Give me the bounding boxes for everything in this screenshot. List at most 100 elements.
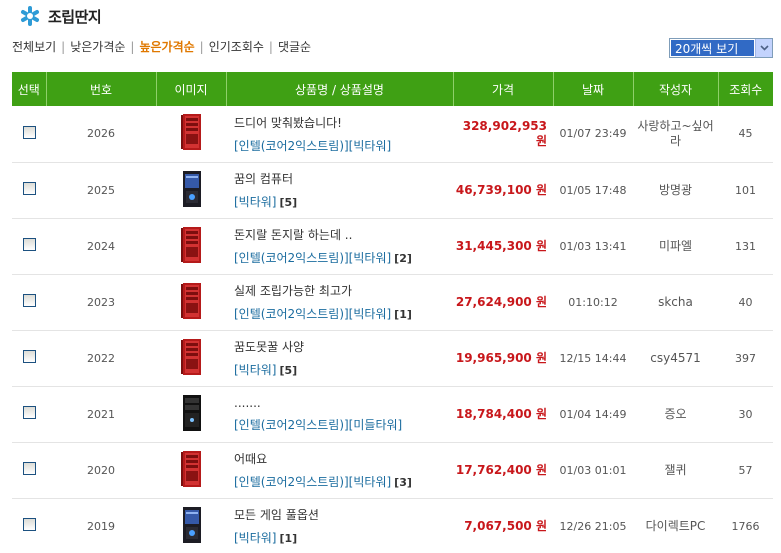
select-cell (12, 274, 46, 331)
table-row[interactable]: 2024 돈지랄 돈지랄 하는데 .. [인텔(코어2익스트림)][빅타워] [2] 3… (12, 218, 773, 275)
row-number: 2019 (46, 498, 156, 553)
post-date: 01/05 17:48 (553, 162, 633, 219)
separator: | (130, 39, 135, 54)
product-title-link[interactable]: 꿈도못꿀 사양 (234, 338, 453, 355)
product-cell: 드디어 맞춰봤습니다! [인텔(코어2익스트림)][빅타워] (226, 106, 453, 163)
product-category-link[interactable]: [빅타워] (234, 195, 276, 209)
product-cell: 돈지랄 돈지랄 하는데 .. [인텔(코어2익스트림)][빅타워] [2] (226, 218, 453, 275)
product-category-link[interactable]: [빅타워] (234, 363, 276, 377)
table-row[interactable]: 2026 드디어 맞춰봤습니다! [인텔(코어2익스트림)][빅타워] 328,902… (12, 106, 773, 163)
sort-low-price[interactable]: 낮은가격순 (70, 38, 125, 55)
col-date: 날짜 (553, 72, 634, 106)
author-name[interactable]: 다이렉트PC (633, 498, 718, 553)
post-date: 01/03 01:01 (553, 442, 633, 499)
table-row[interactable]: 2019 모든 게임 풀옵션 [빅타워] [1] 7,067,500 원 12/26 21… (12, 498, 773, 553)
page-header: 조립딴지 (20, 5, 102, 27)
product-title-link[interactable]: 꿈의 컴퓨터 (234, 170, 453, 187)
select-checkbox[interactable] (22, 518, 36, 531)
author-name[interactable]: 잴퀴 (633, 442, 718, 499)
separator: | (61, 39, 66, 54)
sort-all[interactable]: 전체보기 (12, 38, 56, 55)
product-title-link[interactable]: 실제 조립가능한 최고가 (234, 282, 453, 299)
table-row[interactable]: 2021....... [인텔(코어2익스트림)][미들타워] 18,784,400… (12, 386, 773, 443)
select-checkbox[interactable] (22, 350, 36, 363)
red-tower-case-icon (181, 338, 201, 375)
page-title: 조립딴지 (48, 7, 102, 26)
post-date: 01:10:12 (553, 274, 633, 331)
select-checkbox[interactable] (22, 462, 36, 475)
product-cell: 꿈도못꿀 사양 [빅타워] [5] (226, 330, 453, 387)
author-name[interactable]: csy4571 (633, 330, 718, 387)
select-cell (12, 442, 46, 499)
product-category-link[interactable]: [인텔(코어2익스트림)][빅타워] (234, 251, 391, 265)
red-tower-case-icon (181, 282, 201, 319)
product-image[interactable] (156, 218, 226, 275)
red-tower-case-icon (181, 114, 201, 151)
product-cell: 실제 조립가능한 최고가 [인텔(코어2익스트림)][빅타워] [1] (226, 274, 453, 331)
product-title-link[interactable]: 어때요 (234, 450, 453, 467)
select-checkbox[interactable] (22, 406, 36, 419)
product-category-link[interactable]: [인텔(코어2익스트림)][빅타워] (234, 475, 391, 489)
chevron-down-icon[interactable] (755, 39, 772, 57)
product-image[interactable] (156, 330, 226, 387)
product-price: 17,762,400 원 (453, 442, 553, 499)
product-title-link[interactable]: 모든 게임 풀옵션 (234, 506, 453, 523)
sort-popular-views[interactable]: 인기조회수 (209, 38, 264, 55)
author-name[interactable]: 미파엘 (633, 218, 718, 275)
per-page-value: 20개씩 보기 (671, 40, 754, 56)
product-cell: 어때요 [인텔(코어2익스트림)][빅타워] [3] (226, 442, 453, 499)
product-price: 18,784,400 원 (453, 386, 553, 443)
product-title-link[interactable]: ....... (234, 396, 453, 410)
view-count: 101 (718, 162, 773, 219)
per-page-select[interactable]: 20개씩 보기 (669, 38, 773, 58)
product-price: 7,067,500 원 (453, 498, 553, 553)
product-price: 31,445,300 원 (453, 218, 553, 275)
comment-count: [2] (394, 252, 412, 265)
comment-count: [5] (279, 364, 298, 377)
product-category-link[interactable]: [인텔(코어2익스트림)][빅타워] (234, 307, 391, 321)
view-count: 131 (718, 218, 773, 275)
product-category-link[interactable]: [빅타워] (234, 531, 276, 545)
select-checkbox[interactable] (22, 238, 36, 251)
row-number: 2026 (46, 106, 156, 163)
table-row[interactable]: 2020 어때요 [인텔(코어2익스트림)][빅타워] [3] 17,762,400 원… (12, 442, 773, 499)
select-cell (12, 162, 46, 219)
product-image[interactable] (156, 162, 226, 219)
product-image[interactable] (156, 106, 226, 163)
product-image[interactable] (156, 442, 226, 499)
table-header-row: 선택 번호 이미지 상품명 / 상품설명 가격 날짜 작성자 조회수 (12, 72, 773, 106)
table-row[interactable]: 2023 실제 조립가능한 최고가 [인텔(코어2익스트림)][빅타워] [1] 27,… (12, 274, 773, 331)
comment-count: [5] (279, 196, 298, 209)
row-number: 2022 (46, 330, 156, 387)
select-checkbox[interactable] (22, 125, 36, 139)
product-title-link[interactable]: 돈지랄 돈지랄 하는데 .. (234, 226, 453, 243)
table-row[interactable]: 2022 꿈도못꿀 사양 [빅타워] [5] 19,965,900 원 12/15 14:… (12, 330, 773, 387)
table-row[interactable]: 2025 꿈의 컴퓨터 [빅타워] [5] 46,739,100 원 01/05 17:4… (12, 162, 773, 219)
select-checkbox[interactable] (22, 182, 36, 195)
col-product: 상품명 / 상품설명 (226, 72, 454, 106)
row-number: 2021 (46, 386, 156, 443)
view-count: 30 (718, 386, 773, 443)
separator: | (268, 39, 273, 54)
product-image[interactable] (156, 386, 226, 443)
product-category-link[interactable]: [인텔(코어2익스트림)][빅타워] (234, 139, 391, 153)
author-name[interactable]: 증오 (633, 386, 718, 443)
post-date: 12/15 14:44 (553, 330, 633, 387)
red-tower-case-icon (181, 226, 201, 263)
author-name[interactable]: 방명광 (633, 162, 718, 219)
author-name[interactable]: skcha (633, 274, 718, 331)
product-cell: 모든 게임 풀옵션 [빅타워] [1] (226, 498, 453, 553)
post-date: 12/26 21:05 (553, 498, 633, 553)
author-name[interactable]: 사랑하고~싶어라 (633, 106, 718, 163)
product-title-link[interactable]: 드디어 맞춰봤습니다! (234, 114, 453, 131)
sort-comments[interactable]: 댓글순 (278, 38, 311, 55)
product-image[interactable] (156, 498, 226, 553)
sort-bar: 전체보기 | 낮은가격순 | 높은가격순 | 인기조회수 | 댓글순 (12, 38, 311, 55)
comment-count: [1] (279, 532, 298, 545)
sort-high-price[interactable]: 높은가격순 (139, 38, 194, 55)
product-image[interactable] (156, 274, 226, 331)
product-category-link[interactable]: [인텔(코어2익스트림)][미들타워] (234, 418, 402, 432)
col-author: 작성자 (633, 72, 719, 106)
product-price: 46,739,100 원 (453, 162, 553, 219)
select-checkbox[interactable] (22, 294, 36, 307)
